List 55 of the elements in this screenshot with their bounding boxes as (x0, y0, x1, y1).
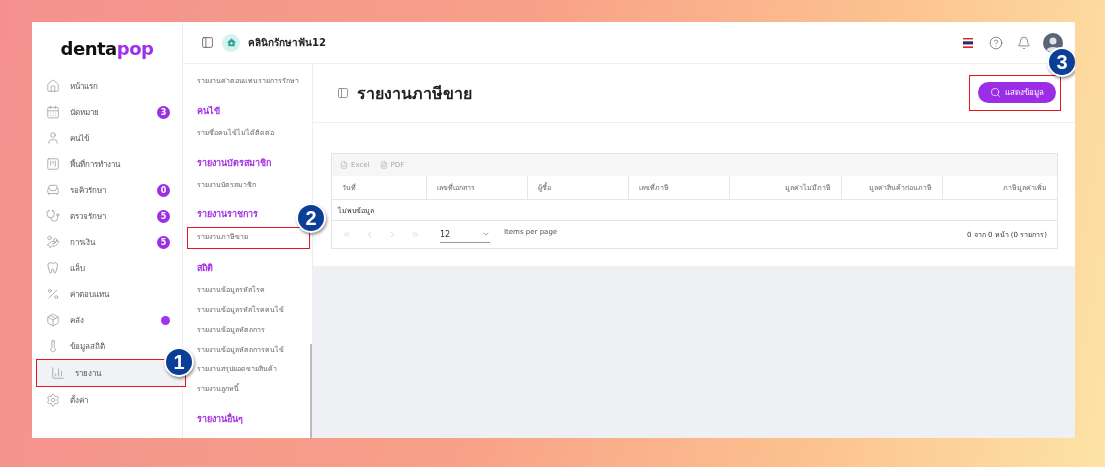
calendar-icon (46, 105, 60, 119)
sidebar-item[interactable]: แล็บ (32, 255, 97, 281)
submenu-heading: รายงานอื่นๆ (197, 411, 244, 426)
step-marker: 3 (1047, 47, 1075, 77)
submenu-heading: รายงานราชการ (197, 208, 259, 222)
home-icon (46, 79, 60, 93)
help-icon[interactable] (989, 35, 1003, 50)
search-icon (990, 87, 1001, 98)
page-title: รายงานภาษีขาย (357, 82, 473, 105)
step-marker: 2 (296, 203, 326, 234)
submenu-heading: รายงานบัตรสมาชิก (197, 156, 272, 170)
sidebar-item[interactable]: คลัง (32, 307, 182, 333)
settings-icon (46, 393, 60, 407)
next-page-icon[interactable] (388, 230, 397, 239)
spreadsheet-icon (340, 161, 348, 169)
sidebar-item[interactable]: ตั้งค่า (32, 387, 100, 413)
logo: dentapop (59, 38, 155, 59)
sidebar-item[interactable]: คนไข้ (32, 125, 101, 151)
thai-flag-icon[interactable] (961, 37, 975, 48)
page-size-select[interactable]: 12 (440, 226, 490, 243)
document-icon (379, 161, 388, 169)
user-icon (46, 131, 60, 145)
tooth-icon (46, 261, 60, 275)
dropdown-caret-icon (482, 230, 490, 238)
sidebar-toggle-icon[interactable] (201, 36, 214, 49)
bell-icon[interactable] (1017, 35, 1031, 50)
count-badge: 5 (157, 235, 170, 249)
scrollbar[interactable] (310, 344, 312, 438)
clinic-name: คลินิกรักษาฟัน12 (248, 36, 327, 50)
sidebar-item[interactable]: ข้อมูลสถิติ (32, 333, 117, 359)
package-icon (46, 313, 60, 327)
stethoscope-icon (46, 209, 60, 223)
count-badge: 0 (157, 183, 170, 197)
count-badge: 5 (157, 209, 170, 223)
count-badge: 3 (157, 105, 170, 119)
sidebar-item[interactable]: พื้นที่การทำงาน (32, 151, 132, 177)
sidebar-item[interactable]: ตรวจรักษา 5 (32, 203, 182, 229)
chair-icon (46, 183, 60, 197)
board-icon (46, 157, 60, 171)
show-data-button[interactable]: แสดงข้อมูล (978, 82, 1056, 103)
sidebar-item[interactable]: ค่าตอบแทน (32, 281, 121, 307)
clinic-home-icon (222, 33, 240, 52)
percent-icon (46, 287, 60, 301)
panel-icon (337, 87, 349, 99)
sidebar-item[interactable]: รอคิวรักษา 0 (32, 177, 182, 203)
sidebar-item[interactable]: การเงิน 5 (32, 229, 182, 255)
hand-coins-icon (46, 235, 60, 249)
previous-page-icon[interactable] (365, 230, 374, 239)
sidebar-item[interactable]: นัดหมาย 3 (32, 99, 182, 125)
submenu-heading: คนไข้ (197, 104, 221, 118)
step-marker: 1 (164, 347, 194, 377)
bar-chart-icon (51, 366, 65, 380)
avatar[interactable] (1043, 32, 1063, 53)
sidebar-item[interactable]: หน้าแรก (32, 73, 110, 99)
submenu-heading: สถิติ (197, 262, 214, 276)
